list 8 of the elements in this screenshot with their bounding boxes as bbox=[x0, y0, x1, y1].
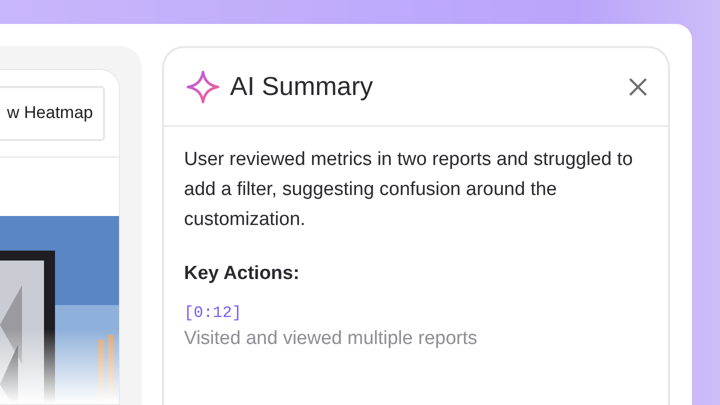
summary-text: User reviewed metrics in two reports and struggled to add a filter, suggesting confusion around the customization. bbox=[184, 148, 634, 232]
heatmap-button[interactable]: w Heatmap bbox=[0, 86, 105, 140]
sparkle-icon bbox=[186, 70, 220, 104]
section-heading: Key Actions: bbox=[184, 263, 300, 285]
action-text: Visited and viewed multiple reports bbox=[184, 328, 478, 350]
close-icon[interactable] bbox=[628, 76, 648, 96]
timestamp-link[interactable]: [0:12] bbox=[184, 304, 648, 322]
panel-title: AI Summary bbox=[230, 71, 374, 102]
